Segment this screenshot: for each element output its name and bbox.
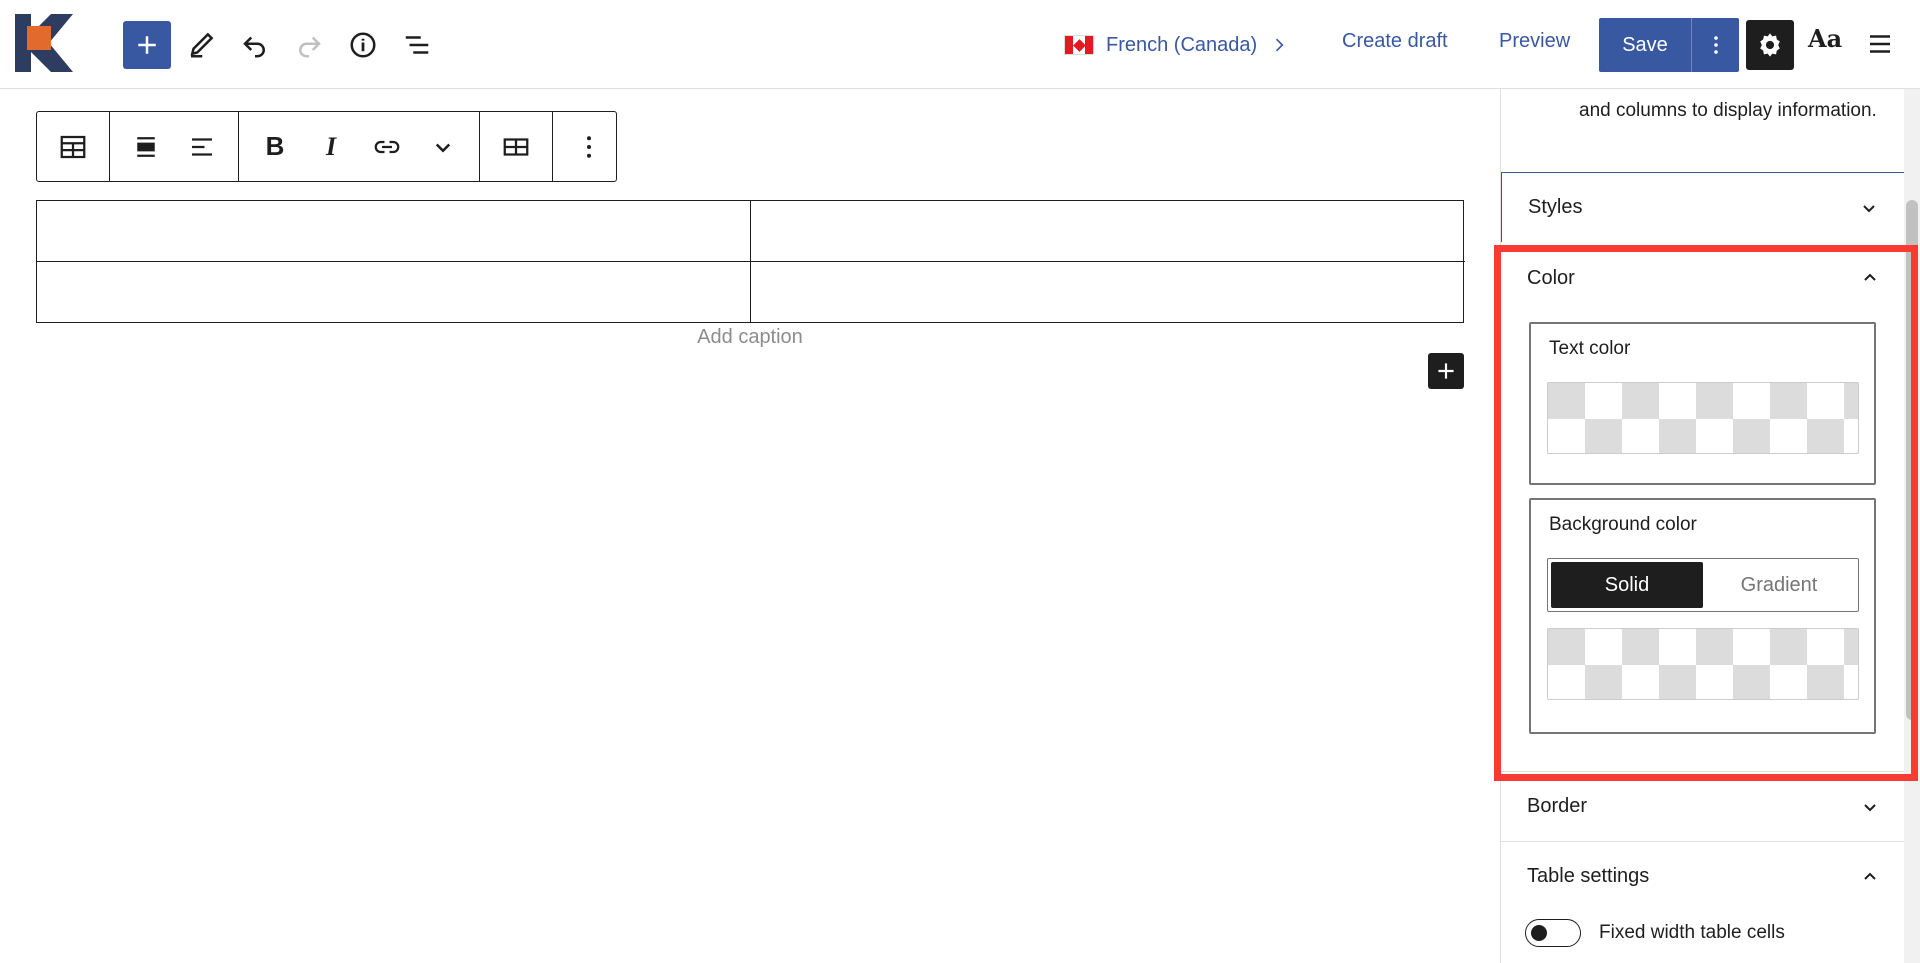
details-button[interactable] [340,22,386,68]
styles-panel-toggle[interactable]: Styles [1501,172,1906,242]
block-options-button[interactable] [561,119,617,175]
panel-title: Table settings [1527,865,1650,887]
text-align-button[interactable] [174,119,230,175]
create-draft-button[interactable]: Create draft [1342,30,1448,53]
align-left-icon [192,137,212,156]
table-icon [60,135,86,158]
table-cell[interactable] [751,262,1465,323]
block-description: and columns to display information. [1579,100,1877,121]
sidebar-scrollbar-thumb[interactable] [1906,200,1918,720]
format-group: B I [239,112,480,181]
typography-button[interactable]: Aa [1808,24,1842,53]
block-type-group [37,112,110,181]
pencil-icon [190,32,214,58]
table-caption[interactable]: Add caption [36,326,1464,349]
fixed-width-label: Fixed width table cells [1599,922,1785,943]
info-icon [350,32,376,58]
undo-button[interactable] [232,22,278,68]
background-color-swatch[interactable] [1547,628,1859,700]
settings-sidebar: and columns to display information. Styl… [1500,89,1920,963]
language-switcher[interactable]: French (Canada) [1064,30,1289,60]
color-panel-toggle[interactable]: Color [1501,243,1906,313]
color-type-toggle: Solid Gradient [1547,558,1859,612]
options-menu-button[interactable] [1860,22,1900,66]
save-button-group: Save [1599,18,1739,72]
background-color-label: Background color [1549,514,1697,535]
table-edit-icon [503,137,529,156]
text-color-label: Text color [1549,338,1631,359]
align-wide-button[interactable] [118,119,174,175]
table-cell[interactable] [37,262,751,323]
chevron-down-icon [1863,204,1875,212]
block-toolbar: B I [36,111,617,182]
chevron-up-icon [1864,872,1876,880]
panel-title: Styles [1528,196,1583,218]
add-block-button[interactable] [123,21,171,69]
table-cell[interactable] [37,201,751,262]
chevron-up-icon [1864,273,1876,281]
text-color-picker: Text color [1529,322,1876,485]
fixed-width-setting: Fixed width table cells [1525,919,1785,947]
solid-tab[interactable]: Solid [1551,562,1703,608]
chevron-right-icon [1276,38,1284,52]
more-vertical-icon [1713,36,1718,54]
edit-table-button[interactable] [488,119,544,175]
plus-icon [1438,363,1454,379]
table-block [36,200,1465,323]
fixed-width-toggle[interactable] [1525,919,1581,947]
more-vertical-icon [587,135,591,158]
table-edit-group [480,112,553,181]
text-color-swatch[interactable] [1547,382,1859,454]
background-color-picker: Background color Solid Gradient [1529,498,1876,734]
list-view-button[interactable] [394,22,440,68]
block-inserter-button[interactable] [1428,353,1464,389]
logo-icon [15,14,73,72]
alignment-group [110,112,239,181]
gradient-tab[interactable]: Gradient [1703,562,1855,608]
table-cell[interactable] [751,201,1465,262]
save-button[interactable]: Save [1599,18,1691,72]
hamburger-icon [1870,35,1890,53]
more-formats-button[interactable] [415,119,471,175]
border-panel-toggle[interactable]: Border [1501,771,1906,841]
bold-icon: B [265,131,285,161]
panel-title: Border [1527,795,1588,817]
list-view-icon [405,36,429,54]
bold-button[interactable]: B [247,119,303,175]
link-icon [374,140,400,153]
link-button[interactable] [359,119,415,175]
chevron-down-icon [435,143,451,153]
align-wide-icon [137,136,155,157]
site-logo[interactable] [15,14,73,72]
italic-button[interactable]: I [303,119,359,175]
save-options-button[interactable] [1691,18,1739,72]
undo-icon [243,36,265,58]
preview-button[interactable]: Preview [1499,30,1570,53]
editor-header: French (Canada) Create draft Preview Sav… [0,0,1920,89]
chevron-down-icon [1864,803,1876,811]
redo-icon [299,36,321,58]
gear-icon [1760,33,1780,57]
canada-flag-icon [1064,35,1094,55]
table-settings-panel-toggle[interactable]: Table settings [1501,841,1906,911]
options-group [553,112,625,181]
panel-title: Color [1527,266,1575,289]
table-block-button[interactable] [45,119,101,175]
plus-icon [138,36,156,54]
settings-button[interactable] [1746,20,1794,70]
redo-button[interactable] [286,22,332,68]
language-label: French (Canada) [1106,33,1258,56]
tools-button[interactable] [178,22,224,68]
italic-icon: I [325,131,337,161]
